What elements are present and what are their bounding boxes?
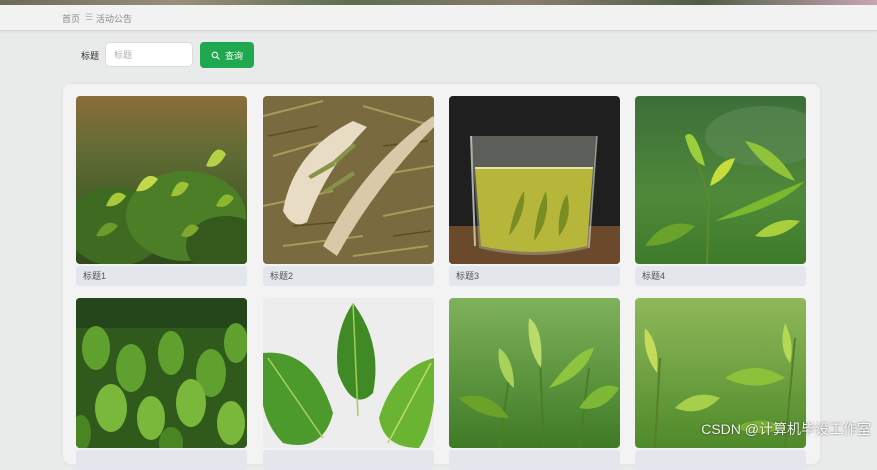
search-label: 标题 <box>81 51 100 61</box>
card-title: 标题1 <box>76 266 247 286</box>
card[interactable]: 标题4 <box>635 96 806 286</box>
card[interactable] <box>263 298 434 470</box>
card-title: 标题4 <box>635 266 806 286</box>
card-title <box>263 450 434 470</box>
card-image[interactable] <box>76 298 247 448</box>
breadcrumb: 首页 ☰ 活动公告 <box>0 5 877 31</box>
card-image[interactable] <box>635 96 806 264</box>
card-title: 标题2 <box>263 266 434 286</box>
card-title: 标题3 <box>449 266 620 286</box>
card-title <box>635 450 806 470</box>
breadcrumb-current: 活动公告 <box>96 14 133 24</box>
card[interactable] <box>635 298 806 470</box>
search-button-label: 查询 <box>224 50 243 61</box>
card-image[interactable] <box>263 298 434 448</box>
card[interactable]: 标题1 <box>76 96 247 286</box>
search-icon <box>211 51 220 60</box>
card[interactable] <box>449 298 620 470</box>
watermark: CSDN @计算机毕设工作室 <box>701 421 871 437</box>
card-image[interactable] <box>76 96 247 264</box>
search-button[interactable]: 查询 <box>200 42 254 68</box>
card[interactable]: 标题2 <box>263 96 434 286</box>
card-title <box>76 450 247 470</box>
card[interactable] <box>76 298 247 470</box>
card[interactable]: 标题3 <box>449 96 620 286</box>
breadcrumb-home[interactable]: 首页 <box>62 12 80 25</box>
card-image[interactable] <box>263 96 434 264</box>
search-input[interactable] <box>105 42 193 67</box>
card-title <box>449 450 620 470</box>
card-image[interactable] <box>449 96 620 264</box>
card-image[interactable] <box>449 298 620 448</box>
breadcrumb-separator: ☰ <box>85 12 94 22</box>
